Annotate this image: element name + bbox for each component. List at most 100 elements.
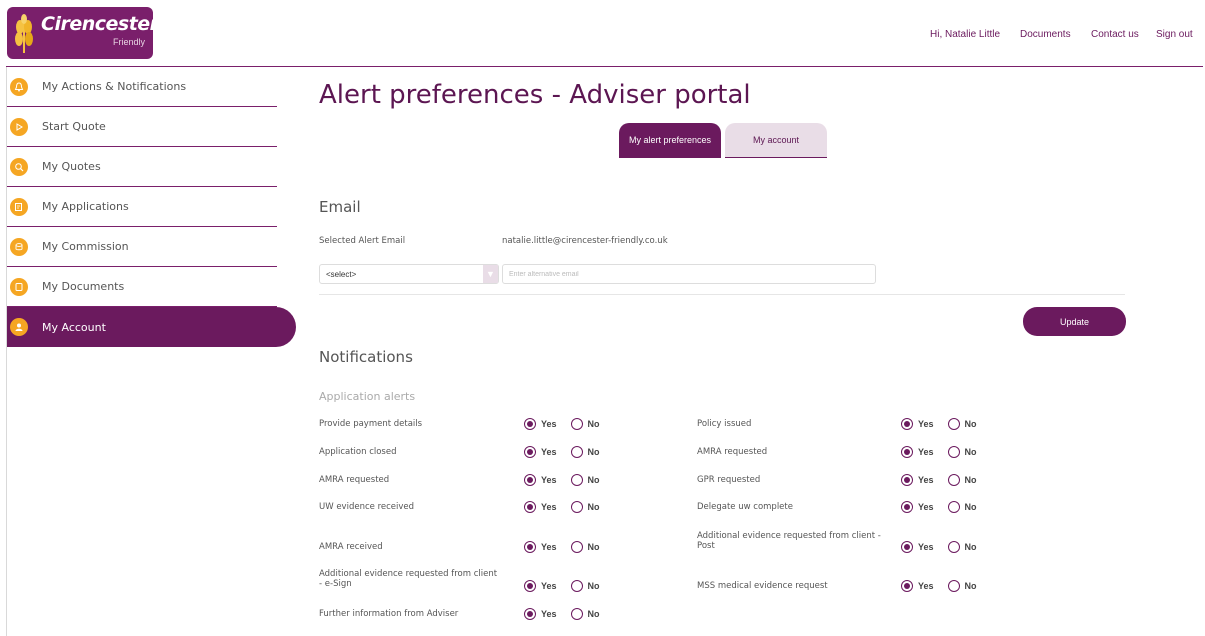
alert-radio-group: Yes No <box>524 541 614 553</box>
sidebar-item-label: Start Quote <box>42 120 106 133</box>
coins-icon <box>10 237 28 256</box>
sidebar-item-actions[interactable]: My Actions & Notifications <box>7 67 277 107</box>
no-label: No <box>964 542 977 552</box>
yes-radio[interactable] <box>524 418 536 430</box>
yes-label: Yes <box>541 609 557 619</box>
yes-radio[interactable] <box>524 608 536 620</box>
tab-underline-active <box>619 157 721 158</box>
alert-label: Application closed <box>319 447 397 457</box>
page-title: Alert preferences - Adviser portal <box>319 80 751 110</box>
alert-label: UW evidence received <box>319 502 415 512</box>
selected-email-label: Selected Alert Email <box>319 236 406 246</box>
no-label: No <box>587 609 600 619</box>
tab-my-account[interactable]: My account <box>725 123 827 157</box>
wheat-icon <box>15 14 33 53</box>
sidebar-item-label: My Account <box>42 320 106 334</box>
no-label: No <box>587 502 600 512</box>
yes-radio[interactable] <box>524 474 536 486</box>
logo-text: Cirencester <box>41 13 153 35</box>
alert-label: AMRA requested <box>319 475 390 485</box>
yes-radio[interactable] <box>524 501 536 513</box>
alert-label: AMRA received <box>319 542 383 552</box>
yes-radio[interactable] <box>524 580 536 592</box>
sidebar-item-label: My Commission <box>42 240 129 253</box>
yes-label: Yes <box>918 475 934 485</box>
alert-radio-group: Yes No <box>901 580 991 592</box>
nav-documents-link[interactable]: Documents <box>1020 29 1071 40</box>
user-greeting[interactable]: Hi, Natalie Little <box>930 29 1000 40</box>
sidebar-item-account[interactable]: My Account <box>7 307 296 347</box>
yes-radio[interactable] <box>901 418 913 430</box>
yes-radio[interactable] <box>524 446 536 458</box>
nav-signout-link[interactable]: Sign out <box>1156 29 1193 40</box>
no-label: No <box>964 581 977 591</box>
yes-label: Yes <box>918 419 934 429</box>
yes-label: Yes <box>541 447 557 457</box>
no-radio[interactable] <box>570 541 583 553</box>
selected-email-value: natalie.little@cirencester-friendly.co.u… <box>502 236 668 246</box>
no-label: No <box>587 581 600 591</box>
yes-radio[interactable] <box>901 446 913 458</box>
email-divider <box>319 294 1125 295</box>
no-radio[interactable] <box>570 501 583 513</box>
no-radio[interactable] <box>947 541 960 553</box>
yes-radio[interactable] <box>901 501 913 513</box>
no-radio[interactable] <box>570 474 583 486</box>
alert-label: MSS medical evidence request <box>697 581 828 591</box>
user-icon <box>10 318 28 336</box>
no-radio[interactable] <box>947 501 960 513</box>
no-radio[interactable] <box>570 580 583 592</box>
yes-label: Yes <box>541 419 557 429</box>
tab-my-alert-preferences[interactable]: My alert preferences <box>619 123 721 157</box>
sidebar-item-label: My Actions & Notifications <box>42 80 187 93</box>
alert-label: Policy issued <box>697 419 752 429</box>
alert-radio-group: Yes No <box>524 501 614 513</box>
yes-radio[interactable] <box>901 541 913 553</box>
sidebar-item-quotes[interactable]: My Quotes <box>7 147 277 187</box>
sidebar-item-label: My Applications <box>42 200 129 213</box>
search-icon <box>10 157 28 176</box>
alert-radio-group: Yes No <box>901 446 991 458</box>
no-label: No <box>964 475 977 485</box>
alert-label: AMRA requested <box>697 447 768 457</box>
email-select[interactable]: <select> ▼ <box>319 264 499 284</box>
sidebar-item-commission[interactable]: My Commission <box>7 227 277 267</box>
no-radio[interactable] <box>570 418 583 430</box>
yes-radio[interactable] <box>524 541 536 553</box>
no-radio[interactable] <box>947 418 960 430</box>
yes-label: Yes <box>918 502 934 512</box>
alternative-email-input[interactable] <box>502 264 876 284</box>
alert-label: Further information from Adviser <box>319 609 459 619</box>
edit-icon <box>10 197 28 216</box>
yes-label: Yes <box>541 581 557 591</box>
sidebar-item-label: My Documents <box>42 280 125 293</box>
notifications-heading: Notifications <box>319 348 413 366</box>
sidebar-item-documents[interactable]: My Documents <box>7 267 277 307</box>
yes-radio[interactable] <box>901 474 913 486</box>
no-radio[interactable] <box>947 580 960 592</box>
nav-contact-link[interactable]: Contact us <box>1091 29 1139 40</box>
no-radio[interactable] <box>947 474 960 486</box>
logo[interactable]: Cirencester Friendly <box>7 7 153 59</box>
alert-radio-group: Yes No <box>901 418 991 430</box>
bell-icon <box>10 77 28 96</box>
sidebar-item-applications[interactable]: My Applications <box>7 187 277 227</box>
no-radio[interactable] <box>947 446 960 458</box>
alert-label: Additional evidence requested from clien… <box>319 569 498 589</box>
header: Cirencester Friendly Hi, Natalie Little … <box>0 0 1205 66</box>
alert-label: Additional evidence requested from clien… <box>697 531 881 551</box>
update-button[interactable]: Update <box>1023 307 1126 336</box>
alert-radio-group: Yes No <box>901 474 991 486</box>
alert-radio-group: Yes No <box>901 541 991 553</box>
sidebar-item-start-quote[interactable]: Start Quote <box>7 107 277 147</box>
yes-label: Yes <box>918 581 934 591</box>
alert-radio-group: Yes No <box>901 501 991 513</box>
chevron-down-icon[interactable]: ▼ <box>483 265 498 283</box>
yes-radio[interactable] <box>901 580 913 592</box>
no-radio[interactable] <box>570 608 583 620</box>
document-icon <box>10 277 28 296</box>
no-radio[interactable] <box>570 446 583 458</box>
alert-radio-group: Yes No <box>524 446 614 458</box>
alert-label: Provide payment details <box>319 419 423 429</box>
play-icon <box>10 117 28 136</box>
